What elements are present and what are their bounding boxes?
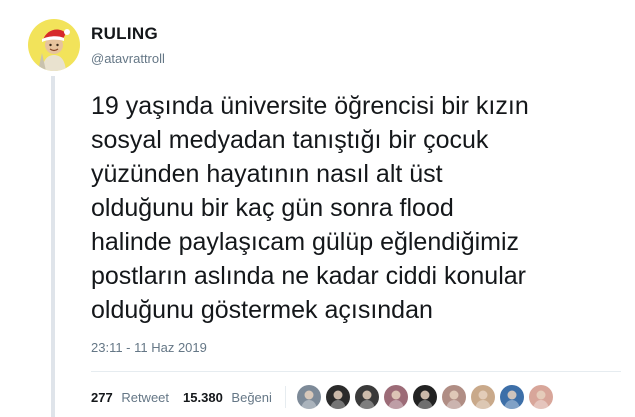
tweet-text-line: olduğunu bir kaç gün sonra flood: [91, 194, 454, 222]
retweet-count-link[interactable]: 277 Retweet: [91, 390, 169, 405]
liker-avatar[interactable]: [441, 385, 466, 409]
like-count-link[interactable]: 15.380 Beğeni: [183, 390, 272, 405]
liker-avatar[interactable]: [325, 385, 350, 409]
liker-avatar-icon: [296, 385, 321, 409]
liker-avatar-icon: [383, 385, 408, 409]
tweet-text-line: halinde paylaşıcam gülüp eğlendiğimiz: [91, 228, 520, 256]
liker-avatar-icon: [354, 385, 379, 409]
retweet-count: 277: [91, 389, 113, 405]
profile-avatar[interactable]: [28, 19, 80, 71]
retweet-label: Retweet: [121, 389, 170, 405]
liker-avatar-icon: [528, 385, 553, 409]
liker-avatar[interactable]: [528, 385, 553, 409]
stats-separator: [284, 386, 286, 408]
liker-avatar[interactable]: [383, 385, 408, 409]
liker-avatar-icon: [499, 385, 524, 409]
liker-avatar[interactable]: [354, 385, 379, 409]
liker-avatar[interactable]: [412, 385, 437, 409]
like-label: Beğeni: [231, 389, 272, 405]
tweet-text-line: yüzünden hayatının nasıl alt üst: [91, 160, 443, 188]
liker-avatar[interactable]: [296, 385, 321, 409]
thread-line: [51, 76, 55, 417]
liker-avatars: [296, 385, 558, 409]
tweet-text-line: 19 yaşında üniversite öğrencisi bir kızı…: [91, 92, 529, 120]
tweet-card: RULING @atavrattroll 19 yaşında üniversi…: [0, 0, 635, 417]
liker-avatar[interactable]: [470, 385, 495, 409]
liker-avatar-icon: [470, 385, 495, 409]
profile-photo-icon: [28, 19, 80, 71]
liker-avatar-icon: [441, 385, 466, 409]
like-count: 15.380: [183, 389, 223, 405]
liker-avatar-icon: [412, 385, 437, 409]
tweet-text-line: sosyal medyadan tanıştığı bir çocuk: [91, 126, 489, 154]
tweet-stats: 277 Retweet 15.380 Beğeni: [91, 385, 558, 409]
liker-avatar[interactable]: [499, 385, 524, 409]
stats-divider: [91, 371, 621, 372]
tweet-timestamp[interactable]: 23:11 - 11 Haz 2019: [91, 340, 207, 355]
liker-avatar-icon: [325, 385, 350, 409]
tweet-text-line: postların aslında ne kadar ciddi konular: [91, 262, 526, 290]
display-name[interactable]: RULING: [91, 24, 158, 44]
user-handle[interactable]: @atavrattroll: [91, 51, 165, 66]
tweet-text: 19 yaşında üniversite öğrencisi bir kızı…: [91, 89, 626, 327]
tweet-text-line: olduğunu göstermek açısından: [91, 296, 433, 324]
